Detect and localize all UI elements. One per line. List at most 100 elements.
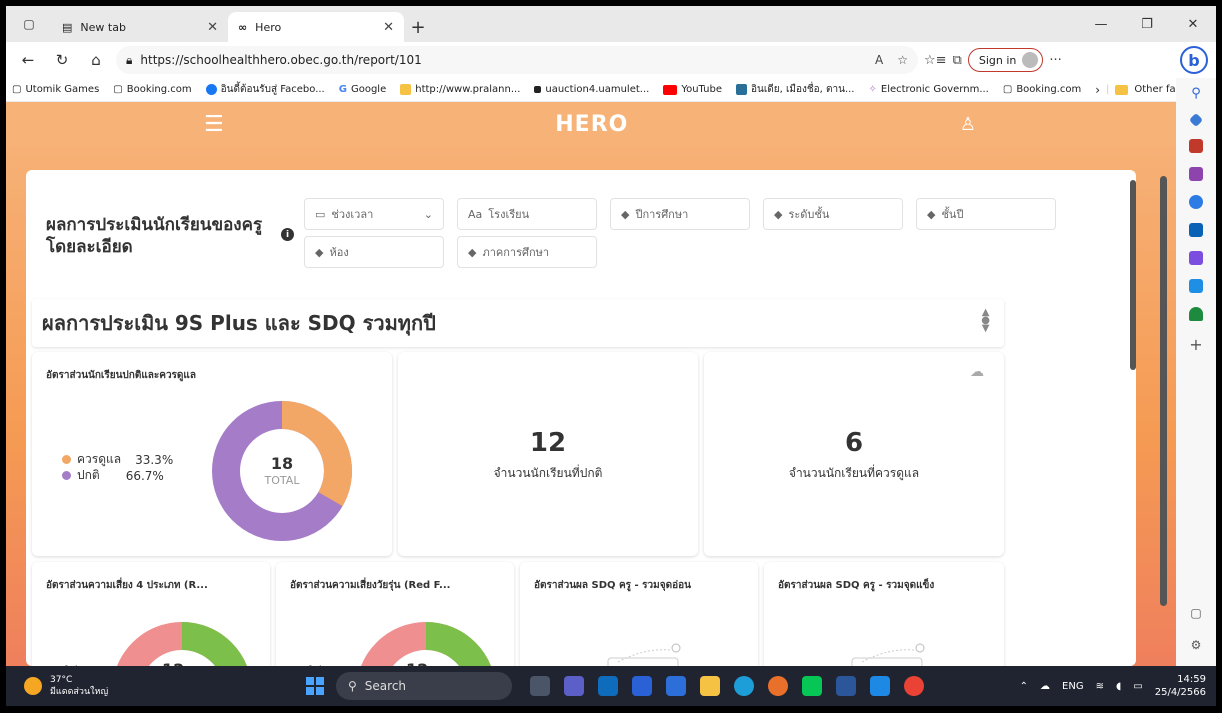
favorite-star-icon[interactable]: ☆ <box>897 53 908 67</box>
filter-room[interactable]: ◆ ห้อง <box>304 236 444 268</box>
favorite-item[interactable]: ▢ Booking.com <box>113 84 191 95</box>
close-window-icon[interactable]: ✕ <box>1170 17 1216 32</box>
page-icon: ▢ <box>113 84 123 95</box>
search-icon[interactable]: ⚲ <box>1191 86 1201 101</box>
favorite-item[interactable]: G Google <box>339 84 386 95</box>
tag-icon: ◆ <box>315 245 324 259</box>
telegram-icon[interactable] <box>1189 279 1203 293</box>
favorite-item[interactable]: ▢ Utomik Games <box>12 84 99 95</box>
weather-widget[interactable]: 37°C มีแดดส่วนใหญ่ <box>6 674 206 698</box>
collections-icon[interactable]: ⧉ <box>953 53 962 68</box>
sign-in-button[interactable]: Sign in <box>967 48 1044 72</box>
brand-logo[interactable]: HERO <box>555 112 628 137</box>
filter-label: โรงเรียน <box>488 208 530 221</box>
tag-sidebar-icon[interactable] <box>1188 112 1204 128</box>
favorite-item[interactable]: ▢ Booking.com <box>1003 84 1081 95</box>
favorites-icon[interactable]: ☆≡ <box>924 53 947 68</box>
menu-icon[interactable]: ☰ <box>204 112 224 137</box>
legend-item[interactable]: ปกติ 66.7% <box>62 466 164 485</box>
filter-level[interactable]: ◆ ระดับชั้น <box>763 198 903 230</box>
favorite-item[interactable]: อินเดีย, เมืองชื่อ, ตาน... <box>735 82 855 97</box>
ratio-donut[interactable]: 18 TOTAL <box>212 396 352 546</box>
user-icon[interactable]: ♙ <box>960 114 976 135</box>
favorite-item[interactable]: YouTube <box>663 84 722 95</box>
care-count-panel: ☁ 6 จำนวนนักเรียนที่ควรดูแล <box>704 352 1004 556</box>
filter-academic-year[interactable]: ◆ ปีการศึกษา <box>610 198 750 230</box>
file-explorer-icon[interactable] <box>700 676 720 696</box>
content-scrollbar[interactable] <box>1130 180 1136 370</box>
filter-school[interactable]: Aa โรงเรียน <box>457 198 597 230</box>
chevron-up-icon[interactable]: ⌃ <box>1020 681 1028 692</box>
chrome-icon[interactable] <box>904 676 924 696</box>
battery-icon[interactable]: ▭ <box>1133 681 1142 692</box>
filter-period[interactable]: ▭ ช่วงเวลา ⌄ <box>304 198 444 230</box>
facebook-icon <box>205 84 217 95</box>
split-screen-icon[interactable]: ▢ <box>1190 606 1201 620</box>
taskbar-search[interactable]: ⚲ Search <box>336 672 512 700</box>
games-icon[interactable] <box>1189 167 1203 181</box>
favorite-item[interactable]: http://www.pralann... <box>400 84 520 95</box>
info-icon[interactable]: i <box>281 228 294 241</box>
mail-icon[interactable] <box>598 676 618 696</box>
designer-icon[interactable] <box>1189 251 1203 265</box>
outlook-icon[interactable] <box>1189 223 1203 237</box>
word-icon[interactable] <box>836 676 856 696</box>
shopping-icon[interactable] <box>1189 139 1203 153</box>
teams-icon[interactable] <box>564 676 584 696</box>
refresh-icon[interactable]: ↻ <box>48 46 76 74</box>
more-icon[interactable]: ··· <box>1049 53 1061 68</box>
clock[interactable]: 14:59 25/4/2566 <box>1155 673 1206 699</box>
photos-icon[interactable] <box>870 676 890 696</box>
favorite-item[interactable]: ✧ Electronic Governm... <box>869 84 989 95</box>
close-icon[interactable]: ✕ <box>383 20 394 35</box>
tag-icon: ◆ <box>621 207 630 221</box>
url-field[interactable]: 🔒︎ https://schoolhealthhero.obec.go.th/r… <box>116 46 918 74</box>
window-controls: — ❐ ✕ <box>1078 6 1216 42</box>
favorite-item[interactable]: อินดี้ต้อนรับสู่ Facebo... <box>205 82 325 97</box>
filter-grade[interactable]: ◆ ชั้นปี <box>916 198 1056 230</box>
favorite-label: Booking.com <box>126 84 192 95</box>
add-icon[interactable]: + <box>1189 335 1202 354</box>
favorite-item[interactable]: uauction4.uamulet... <box>534 84 649 95</box>
tab-actions-icon[interactable]: ▢ <box>23 17 34 31</box>
close-icon[interactable]: ✕ <box>207 20 218 35</box>
risk4-donut[interactable] <box>112 612 252 666</box>
home-icon[interactable]: ⌂ <box>82 46 110 74</box>
page-icon: ▢ <box>1002 84 1013 95</box>
page-scrollbar[interactable] <box>1160 176 1167 606</box>
minimize-icon[interactable]: — <box>1078 17 1124 32</box>
network-icon[interactable]: ☁ <box>1040 681 1050 692</box>
office-icon[interactable] <box>1189 195 1203 209</box>
back-icon[interactable]: ← <box>14 46 42 74</box>
read-aloud-icon[interactable]: A <box>875 53 883 67</box>
taskview-icon[interactable] <box>530 676 550 696</box>
app-icon[interactable] <box>632 676 652 696</box>
language-indicator[interactable]: ENG <box>1062 681 1084 692</box>
edge-icon[interactable] <box>734 676 754 696</box>
cloud-download-icon[interactable]: ☁ <box>970 364 984 380</box>
bing-icon[interactable]: b <box>1180 46 1208 74</box>
tab-actions[interactable]: ▢ <box>6 6 52 42</box>
volume-icon[interactable]: ◖ <box>1116 681 1121 692</box>
favorite-label: อินเดีย, เมืองชื่อ, ตาน... <box>750 84 855 95</box>
chevron-right-icon[interactable]: › <box>1095 83 1100 97</box>
new-tab-button[interactable]: + <box>404 12 432 42</box>
calendar-icon: ▭ <box>315 207 326 221</box>
legend-dot <box>62 455 71 464</box>
wifi-icon[interactable]: ≋ <box>1096 681 1104 692</box>
restore-icon[interactable]: ❐ <box>1124 17 1170 32</box>
chrome-icon[interactable] <box>768 676 788 696</box>
tree-icon[interactable] <box>1189 307 1203 321</box>
newtab-icon: ▤ <box>62 20 73 34</box>
kebab-menu-icon[interactable]: ▲ ● ▼ <box>981 308 990 334</box>
tab-newtab[interactable]: ▤ New tab ✕ <box>52 12 228 42</box>
start-icon[interactable] <box>306 677 324 695</box>
sun-icon <box>24 677 42 695</box>
settings-icon[interactable]: ⚙ <box>1191 638 1202 652</box>
line-icon[interactable] <box>802 676 822 696</box>
panel-title: อัตราส่วนความเสี่ยง 4 ประเภท (R... <box>46 580 208 591</box>
tab-hero[interactable]: ∞ Hero ✕ <box>228 12 404 42</box>
redflag-donut[interactable] <box>356 612 496 666</box>
app-icon[interactable] <box>666 676 686 696</box>
filter-semester[interactable]: ◆ ภาคการศึกษา <box>457 236 597 268</box>
